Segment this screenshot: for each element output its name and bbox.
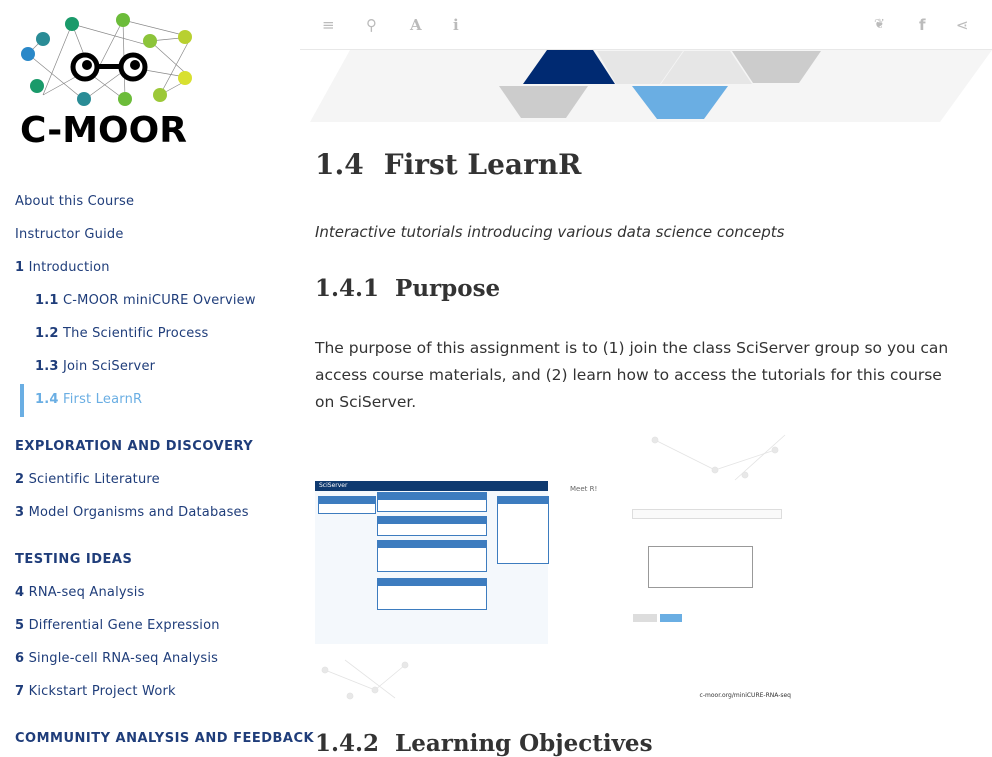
shared-compute-panel [377, 578, 487, 610]
active-indicator [20, 384, 24, 417]
next-topic-button [660, 614, 682, 622]
nav-num: 1.3 [35, 359, 59, 374]
page-title: 1.4 First LearnR [315, 148, 581, 181]
nav-scientific-literature[interactable]: 2 Scientific Literature [15, 472, 160, 488]
nav-num: 1.4 [35, 392, 59, 407]
nav-label: Instructor Guide [15, 227, 124, 242]
menu-icon[interactable]: ≡ [322, 16, 335, 34]
toolbar: ≡ ⚲ A i ❦ f ⋖ [300, 0, 992, 50]
nav-instructor-guide[interactable]: Instructor Guide [15, 227, 124, 243]
nav-first-learnr[interactable]: 1.4 First LearnR [35, 392, 142, 408]
title-text: First LearnR [383, 148, 582, 181]
nav-label: Model Organisms and Databases [28, 505, 249, 520]
info-icon[interactable]: i [453, 16, 459, 34]
group-info-panel [377, 492, 487, 512]
nav-num: 1.2 [35, 326, 59, 341]
nav-model-organisms[interactable]: 3 Model Organisms and Databases [15, 505, 249, 521]
nav-label: Kickstart Project Work [28, 684, 176, 699]
figure-caption: c-moor.org/miniCURE-RNA-seq [699, 692, 791, 699]
figure-screenshots: SciServer Meet R! c-moor.org/miniCURE-RN… [315, 430, 797, 702]
section-number: 1.4.1 [315, 275, 380, 302]
scatter-plot [648, 546, 753, 588]
learnr-screenshot: Meet R! [560, 481, 797, 644]
font-icon[interactable]: A [410, 16, 422, 34]
nav-rna-seq[interactable]: 4 RNA-seq Analysis [15, 585, 145, 601]
nav-single-cell[interactable]: 6 Single-cell RNA-seq Analysis [15, 651, 218, 667]
learnr-title: Meet R! [570, 485, 598, 493]
shared-data-panel [377, 540, 487, 572]
section-text: Purpose [395, 275, 501, 302]
members-panel [497, 496, 549, 564]
nav-label: C-MOOR miniCURE Overview [62, 293, 256, 308]
nav-differential-expression[interactable]: 5 Differential Gene Expression [15, 618, 220, 634]
nav-label: First LearnR [62, 392, 143, 407]
nav-kickstart[interactable]: 7 Kickstart Project Work [15, 684, 176, 700]
nav-minicure-overview[interactable]: 1.1 C-MOOR miniCURE Overview [35, 293, 256, 309]
nav-label: Differential Gene Expression [28, 618, 220, 633]
nav-label: Join SciServer [62, 359, 156, 374]
header-banner [310, 50, 992, 122]
sciserver-screenshot: SciServer [315, 481, 549, 644]
twitter-icon[interactable]: ❦ [874, 16, 885, 34]
share-icon[interactable]: ⋖ [956, 16, 969, 34]
nav-num: 5 [15, 618, 25, 633]
nav-label: Single-cell RNA-seq Analysis [28, 651, 219, 666]
title-number: 1.4 [315, 148, 364, 181]
nav-num: 1.1 [35, 293, 59, 308]
purpose-paragraph: The purpose of this assignment is to (1)… [315, 339, 949, 411]
c-moor-logo[interactable]: C-MOOR [15, 10, 210, 150]
nav-num: 7 [15, 684, 25, 699]
nav-scientific-process[interactable]: 1.2 The Scientific Process [35, 326, 208, 342]
nav-label: Scientific Literature [28, 472, 160, 487]
nav-num: 2 [15, 472, 25, 487]
search-icon[interactable]: ⚲ [366, 16, 377, 34]
nav-num: 1 [15, 260, 25, 275]
nav-label: Introduction [28, 260, 110, 275]
nav-join-sciserver[interactable]: 1.3 Join SciServer [35, 359, 155, 375]
section-heading: 1.4.1 Purpose [315, 275, 500, 302]
nav-label: The Scientific Process [62, 326, 209, 341]
nav-num: 4 [15, 585, 25, 600]
nav-label: About this Course [15, 194, 135, 209]
nav-label: RNA-seq Analysis [28, 585, 145, 600]
shared-files-panel [377, 516, 487, 536]
facebook-icon[interactable]: f [919, 16, 926, 34]
code-block [632, 509, 782, 519]
nav-num: 6 [15, 651, 25, 666]
nav-num: 3 [15, 505, 25, 520]
sidebar: C-MOOR About this Course Instructor Guid… [0, 0, 314, 746]
previous-topic-button [633, 614, 657, 622]
page-subtitle: Interactive tutorials introducing variou… [315, 223, 785, 241]
groups-panel [318, 496, 376, 514]
sciserver-topbar: SciServer [315, 481, 548, 491]
nav-part-header: TESTING IDEAS [15, 552, 133, 567]
svg-text:C-MOOR: C-MOOR [20, 110, 187, 150]
nav-introduction[interactable]: 1 Introduction [15, 260, 110, 276]
nav-about[interactable]: About this Course [15, 194, 134, 210]
nav-part-header: EXPLORATION AND DISCOVERY [15, 439, 254, 454]
